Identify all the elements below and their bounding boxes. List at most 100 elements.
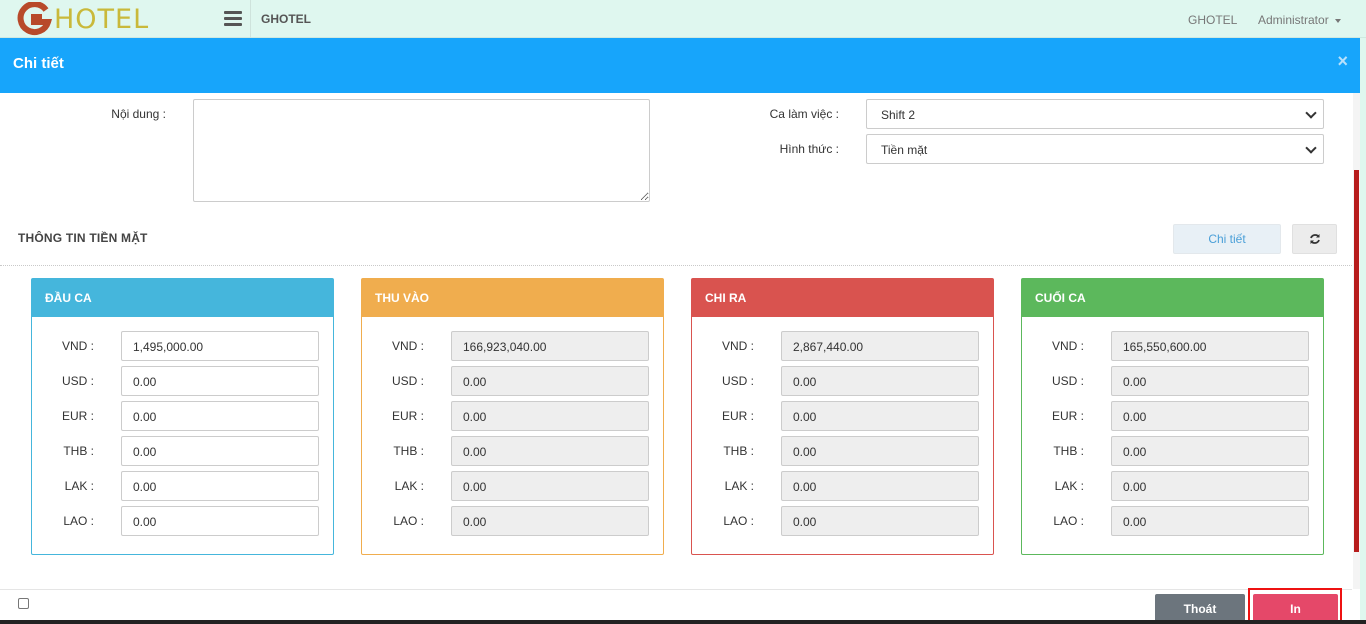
currency-label: VND : — [1051, 339, 1084, 353]
currency-label: VND : — [391, 339, 424, 353]
amount-input: 0.00 — [451, 471, 649, 501]
currency-row: EUR : 0.00 — [32, 401, 333, 431]
currency-row: USD : 0.00 — [32, 366, 333, 396]
amount-input[interactable]: 0.00 — [121, 436, 319, 466]
currency-label: EUR : — [1051, 409, 1084, 423]
currency-row: LAO : 0.00 — [692, 506, 993, 536]
currency-row: VND : 165,550,600.00 — [1022, 331, 1323, 361]
currency-label: EUR : — [391, 409, 424, 423]
amount-input: 0.00 — [781, 506, 979, 536]
currency-label: USD : — [1051, 374, 1084, 388]
amount-input: 0.00 — [451, 436, 649, 466]
background-strip — [1360, 38, 1366, 624]
user-menu[interactable]: Administrator — [1258, 13, 1341, 27]
amount-input: 0.00 — [781, 471, 979, 501]
currency-row: USD : 0.00 — [692, 366, 993, 396]
amount-input: 0.00 — [1111, 471, 1309, 501]
currency-row: THB : 0.00 — [692, 436, 993, 466]
cash-panel-title: THU VÀO — [362, 279, 663, 317]
logo[interactable]: HOTEL — [16, 2, 149, 36]
amount-input[interactable]: 0.00 — [121, 471, 319, 501]
user-name: Administrator — [1258, 13, 1329, 27]
method-label: Hình thức : — [779, 142, 839, 156]
currency-row: EUR : 0.00 — [692, 401, 993, 431]
content-label: Nội dung : — [111, 107, 166, 121]
currency-label: THB : — [1053, 444, 1084, 458]
method-select[interactable]: Tiền mặt — [866, 134, 1324, 164]
currency-row: VND : 1,495,000.00 — [32, 331, 333, 361]
chevron-down-icon — [1305, 142, 1317, 154]
currency-label: THB : — [723, 444, 754, 458]
close-icon[interactable]: × — [1337, 51, 1348, 72]
cash-panel: CUỐI CA VND : 165,550,600.00 USD : 0.00 EUR :… — [1021, 278, 1324, 555]
amount-input[interactable]: 0.00 — [121, 506, 319, 536]
currency-row: THB : 0.00 — [1022, 436, 1323, 466]
cash-section-title: THÔNG TIN TIỀN MẶT — [18, 231, 148, 245]
currency-label: VND : — [721, 339, 754, 353]
cash-panel: ĐẦU CA VND : 1,495,000.00 USD : 0.00 EUR : 0.0… — [31, 278, 334, 555]
amount-input: 0.00 — [781, 401, 979, 431]
modal-header: Chi tiết × — [0, 38, 1360, 93]
amount-input: 0.00 — [781, 366, 979, 396]
scrollbar-thumb[interactable] — [1354, 170, 1359, 552]
currency-label: USD : — [721, 374, 754, 388]
logo-g-icon — [17, 2, 52, 36]
caret-down-icon — [1334, 18, 1341, 23]
cash-panel-title: CHI RA — [692, 279, 993, 317]
currency-label: LAK : — [64, 479, 94, 493]
amount-input: 165,550,600.00 — [1111, 331, 1309, 361]
amount-input: 0.00 — [451, 401, 649, 431]
top-navbar: HOTEL GHOTEL GHOTEL Administrator — [0, 0, 1366, 38]
amount-input[interactable]: 0.00 — [121, 401, 319, 431]
currency-row: EUR : 0.00 — [362, 401, 663, 431]
currency-row: LAO : 0.00 — [362, 506, 663, 536]
currency-row: LAK : 0.00 — [692, 471, 993, 501]
currency-label: THB : — [63, 444, 94, 458]
amount-input: 2,867,440.00 — [781, 331, 979, 361]
amount-input[interactable]: 0.00 — [121, 366, 319, 396]
currency-row: USD : 0.00 — [1022, 366, 1323, 396]
shift-select[interactable]: Shift 2 — [866, 99, 1324, 129]
chevron-down-icon — [1305, 107, 1317, 119]
amount-input: 0.00 — [781, 436, 979, 466]
currency-label: EUR : — [721, 409, 754, 423]
currency-row: LAK : 0.00 — [32, 471, 333, 501]
amount-input: 0.00 — [1111, 506, 1309, 536]
amount-input: 0.00 — [451, 506, 649, 536]
shift-select-value: Shift 2 — [881, 108, 916, 122]
menu-toggle-icon[interactable] — [224, 11, 242, 27]
shift-label: Ca làm việc : — [769, 107, 839, 121]
currency-label: LAO : — [723, 514, 754, 528]
currency-row: THB : 0.00 — [362, 436, 663, 466]
cash-panel-title: CUỐI CA — [1022, 279, 1323, 317]
amount-input: 166,923,040.00 — [451, 331, 649, 361]
currency-label: LAK : — [1054, 479, 1084, 493]
footer-checkbox[interactable] — [18, 598, 29, 609]
cash-panel: CHI RA VND : 2,867,440.00 USD : 0.00 EUR : 0.0… — [691, 278, 994, 555]
currency-row: LAO : 0.00 — [1022, 506, 1323, 536]
currency-label: LAK : — [394, 479, 424, 493]
navbar-divider — [250, 0, 251, 38]
currency-label: USD : — [391, 374, 424, 388]
detail-button[interactable]: Chi tiết — [1173, 224, 1281, 254]
method-select-value: Tiền mặt — [881, 143, 928, 157]
currency-label: LAK : — [724, 479, 754, 493]
amount-input: 0.00 — [1111, 401, 1309, 431]
footer-divider — [0, 589, 1352, 590]
currency-row: VND : 166,923,040.00 — [362, 331, 663, 361]
refresh-icon — [1309, 234, 1320, 244]
content-textarea[interactable] — [193, 99, 650, 202]
amount-input: 0.00 — [1111, 366, 1309, 396]
hotel-link[interactable]: GHOTEL — [1188, 13, 1237, 27]
amount-input[interactable]: 1,495,000.00 — [121, 331, 319, 361]
currency-label: LAO : — [63, 514, 94, 528]
refresh-button[interactable] — [1292, 224, 1337, 254]
currency-label: EUR : — [61, 409, 94, 423]
currency-label: LAO : — [393, 514, 424, 528]
currency-label: VND : — [61, 339, 94, 353]
brand-title[interactable]: GHOTEL — [261, 12, 311, 26]
currency-row: LAK : 0.00 — [362, 471, 663, 501]
currency-label: THB : — [393, 444, 424, 458]
amount-input: 0.00 — [451, 366, 649, 396]
currency-row: USD : 0.00 — [362, 366, 663, 396]
